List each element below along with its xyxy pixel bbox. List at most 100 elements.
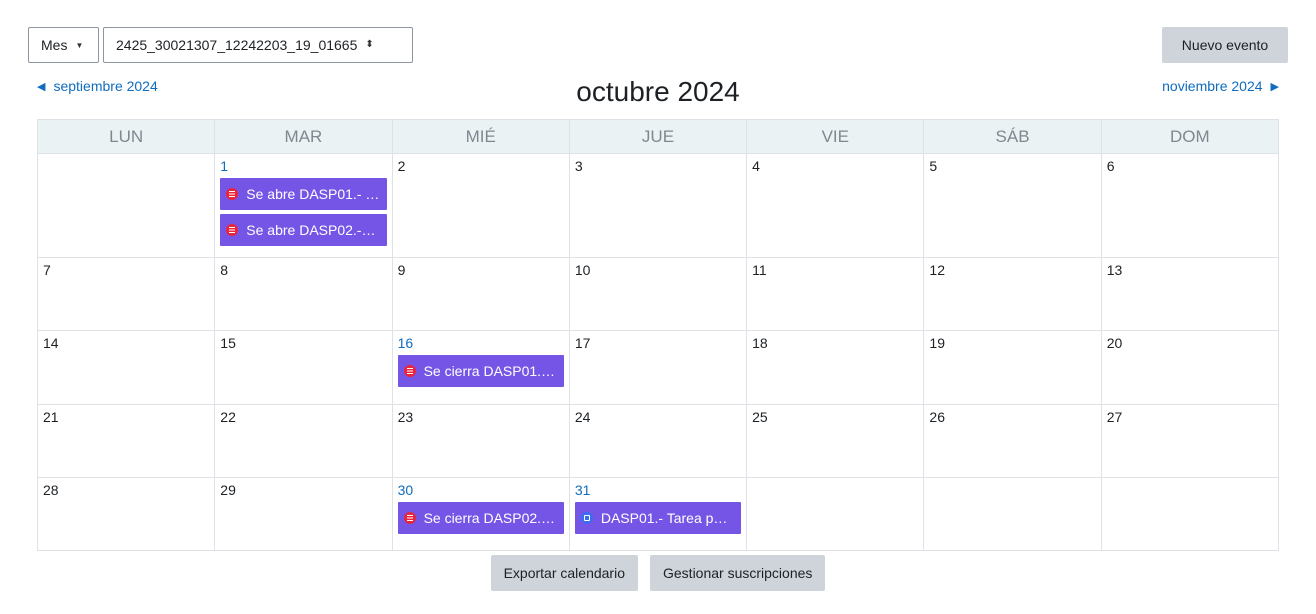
weekday-header: DOM <box>1100 119 1280 154</box>
day-cell[interactable]: 26 <box>923 404 1102 478</box>
quiz-icon <box>226 188 239 200</box>
week-row: 28 29 30 Se cierra DASP02.… 31 DASP01.- … <box>36 477 1280 551</box>
empty-day-cell <box>746 477 925 551</box>
empty-day-cell <box>923 477 1102 551</box>
chevron-down-icon: ▼ <box>75 40 84 50</box>
day-number: 27 <box>1106 409 1123 425</box>
month-calendar-grid: LUN MAR MIÉ JUE VIE SÁB DOM 1 Se abre DA… <box>36 119 1280 551</box>
week-row: 21 22 23 24 25 26 27 <box>36 404 1280 478</box>
course-select-value: 2425_30021307_12242203_19_01665 <box>116 37 358 53</box>
day-number: 24 <box>574 409 591 425</box>
empty-day-cell <box>36 153 216 258</box>
day-cell[interactable]: 15 <box>214 330 393 405</box>
quiz-icon <box>403 512 416 524</box>
view-select-value: Mes <box>41 37 68 53</box>
day-cell[interactable]: 4 <box>746 153 925 258</box>
day-cell[interactable]: 21 <box>36 404 216 478</box>
day-number: 17 <box>574 335 591 351</box>
event-title: Se abre DASP01.- … <box>246 186 380 202</box>
day-cell[interactable]: 12 <box>923 257 1102 331</box>
week-row: 14 15 16 Se cierra DASP01.… 17 18 19 20 <box>36 330 1280 405</box>
empty-day-cell <box>1100 477 1280 551</box>
day-cell[interactable]: 18 <box>746 330 925 405</box>
current-month-title: octubre 2024 <box>576 76 740 107</box>
day-cell[interactable]: 7 <box>36 257 216 331</box>
day-cell[interactable]: 10 <box>568 257 748 331</box>
day-cell[interactable]: 22 <box>214 404 393 478</box>
day-number: 11 <box>752 262 767 278</box>
day-number-link[interactable]: 30 <box>398 482 564 498</box>
calendar-event[interactable]: Se cierra DASP02.… <box>397 502 564 534</box>
arrow-right-icon: ▶ <box>1270 80 1279 93</box>
day-cell[interactable]: 20 <box>1100 330 1280 405</box>
day-number: 25 <box>752 409 768 425</box>
calendar-event[interactable]: Se abre DASP02.-… <box>220 214 387 246</box>
day-number: 13 <box>1106 262 1123 278</box>
event-title: Se cierra DASP02.… <box>423 510 556 526</box>
quiz-icon <box>226 224 239 236</box>
course-select[interactable]: 2425_30021307_12242203_19_01665 ⬍ <box>103 27 413 63</box>
day-number-link[interactable]: 1 <box>220 158 386 174</box>
day-cell[interactable]: 9 <box>391 257 570 331</box>
day-number: 28 <box>43 482 59 498</box>
day-number: 29 <box>220 482 236 498</box>
day-number: 5 <box>929 158 938 174</box>
day-number: 22 <box>220 409 236 425</box>
day-number: 2 <box>397 158 406 174</box>
day-number: 8 <box>220 262 229 278</box>
day-cell[interactable]: 30 Se cierra DASP02.… <box>391 477 570 551</box>
calendar-event[interactable]: Se cierra DASP01.… <box>397 355 564 387</box>
weekday-header: MIÉ <box>391 119 570 154</box>
day-number: 12 <box>929 262 945 278</box>
day-number: 20 <box>1106 335 1123 351</box>
day-cell[interactable]: 24 <box>568 404 748 478</box>
day-number: 21 <box>43 409 59 425</box>
view-select[interactable]: Mes ▼ <box>28 27 99 63</box>
day-number: 9 <box>397 262 406 278</box>
day-cell[interactable]: 29 <box>214 477 393 551</box>
day-cell[interactable]: 13 <box>1100 257 1280 331</box>
week-row: 1 Se abre DASP01.- … Se abre DASP02.-… 2… <box>36 153 1280 258</box>
day-cell[interactable]: 31 DASP01.- Tarea p… <box>568 477 748 551</box>
next-month-label: noviembre 2024 <box>1162 78 1263 94</box>
day-cell[interactable]: 1 Se abre DASP01.- … Se abre DASP02.-… <box>214 153 393 258</box>
day-number: 7 <box>43 262 51 278</box>
day-cell[interactable]: 23 <box>391 404 570 478</box>
day-number-link[interactable]: 31 <box>575 482 741 498</box>
event-title: Se cierra DASP01.… <box>423 363 556 379</box>
calendar-event[interactable]: DASP01.- Tarea p… <box>574 502 742 534</box>
week-row: 7 8 9 10 11 12 13 <box>36 257 1280 331</box>
day-cell[interactable]: 5 <box>923 153 1102 258</box>
day-number: 14 <box>43 335 59 351</box>
day-cell[interactable]: 3 <box>568 153 748 258</box>
calendar-footer-actions: Exportar calendario Gestionar suscripcio… <box>0 555 1316 591</box>
day-cell[interactable]: 2 <box>391 153 570 258</box>
day-number: 26 <box>929 409 945 425</box>
day-cell[interactable]: 8 <box>214 257 393 331</box>
calendar-toolbar: Mes ▼ 2425_30021307_12242203_19_01665 ⬍ … <box>28 27 1288 63</box>
day-cell[interactable]: 17 <box>568 330 748 405</box>
calendar-event[interactable]: Se abre DASP01.- … <box>220 178 387 210</box>
export-calendar-button[interactable]: Exportar calendario <box>490 555 638 591</box>
day-number-link[interactable]: 16 <box>398 335 564 351</box>
day-cell[interactable]: 11 <box>746 257 925 331</box>
day-number: 4 <box>752 158 760 174</box>
day-number: 19 <box>929 335 945 351</box>
updown-arrows-icon: ⬍ <box>365 39 374 50</box>
manage-subscriptions-button[interactable]: Gestionar suscripciones <box>650 555 826 591</box>
day-cell[interactable]: 19 <box>923 330 1102 405</box>
quiz-icon <box>403 365 416 377</box>
day-cell[interactable]: 6 <box>1100 153 1280 258</box>
event-title: Se abre DASP02.-… <box>246 222 376 238</box>
weekday-header: MAR <box>214 119 393 154</box>
next-month-link[interactable]: noviembre 2024 ▶ <box>1162 78 1279 94</box>
day-cell[interactable]: 25 <box>746 404 925 478</box>
day-number: 10 <box>574 262 591 278</box>
day-cell[interactable]: 28 <box>36 477 216 551</box>
new-event-button[interactable]: Nuevo evento <box>1162 27 1288 63</box>
day-cell[interactable]: 27 <box>1100 404 1280 478</box>
day-cell[interactable]: 16 Se cierra DASP01.… <box>391 330 570 405</box>
weekday-header: VIE <box>746 119 925 154</box>
day-cell[interactable]: 14 <box>36 330 216 405</box>
event-title: DASP01.- Tarea p… <box>600 510 728 526</box>
